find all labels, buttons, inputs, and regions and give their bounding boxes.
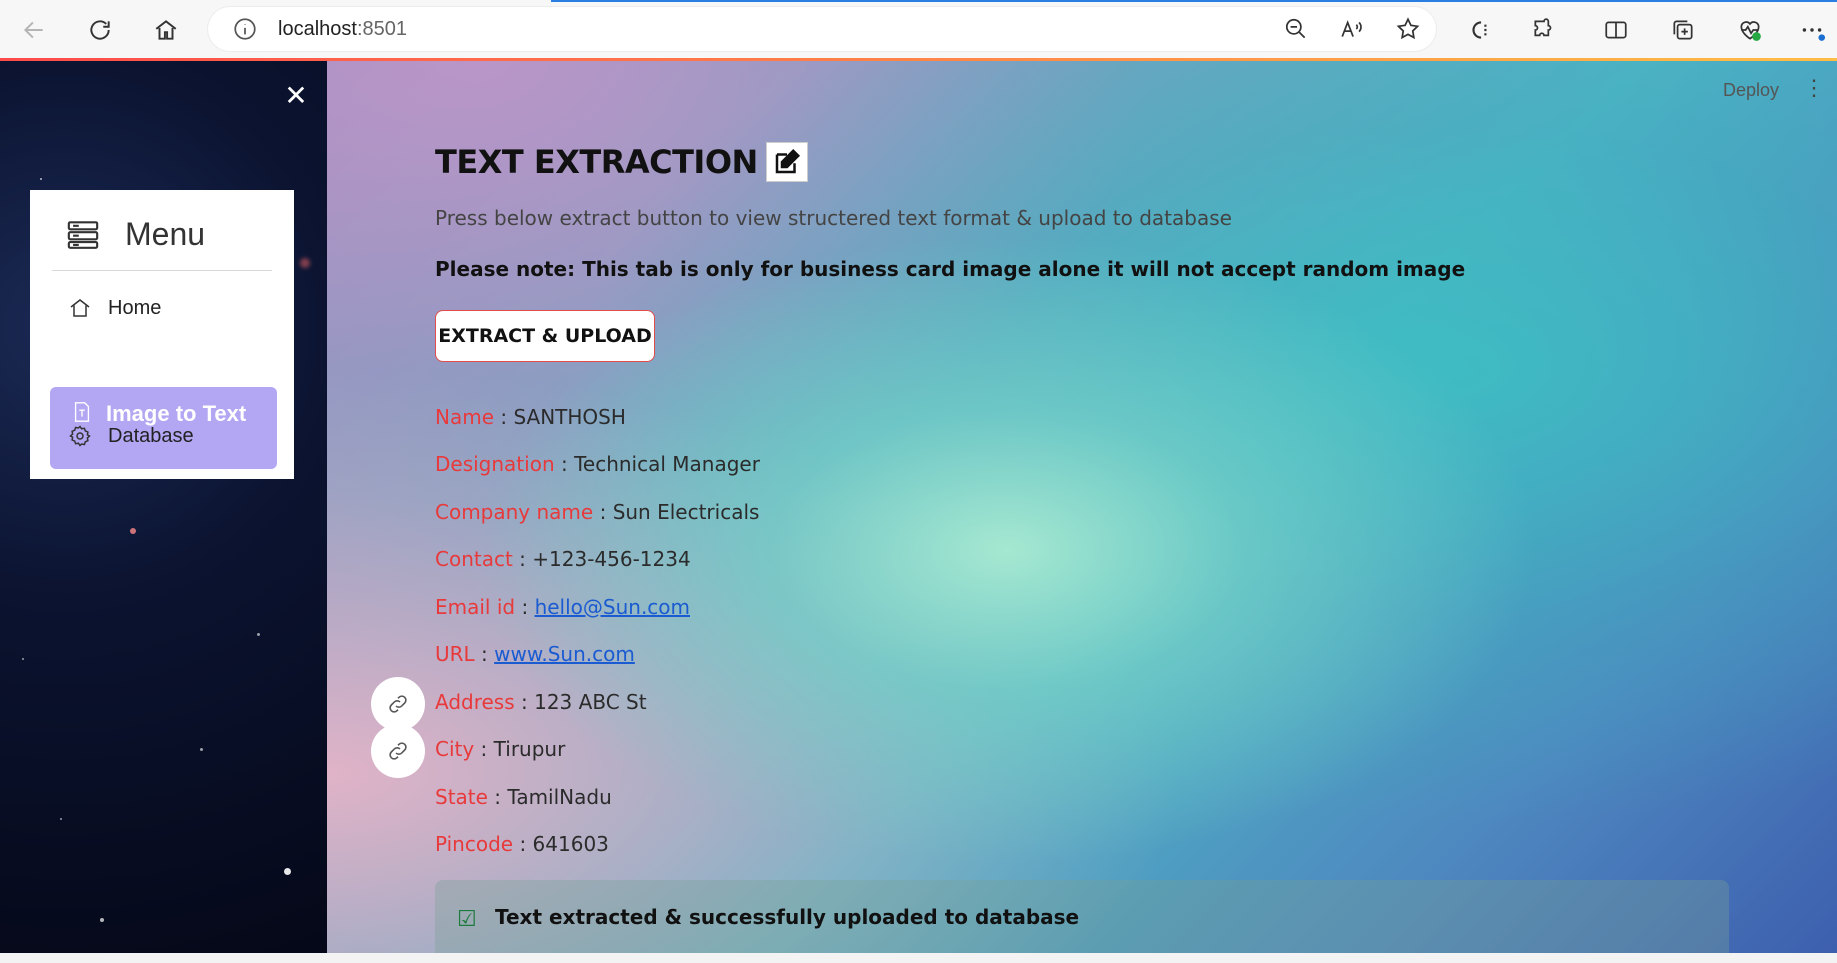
star xyxy=(22,658,24,660)
browser-essentials-icon[interactable] xyxy=(1730,10,1770,50)
close-sidebar-icon[interactable]: ✕ xyxy=(282,82,310,110)
menu-header: Menu xyxy=(66,216,205,253)
favorite-star-icon[interactable] xyxy=(1390,11,1426,47)
field-pincode: Pincode : 641603 xyxy=(435,832,609,856)
sidebar-item-label: Database xyxy=(108,424,194,447)
page-title: TEXT EXTRACTION xyxy=(435,142,808,182)
star xyxy=(100,918,104,922)
sidebar: ✕ Menu Home Image to Text Database xyxy=(0,58,327,953)
check-box-icon: ☑ xyxy=(457,905,477,931)
streamlit-app: ✕ Menu Home Image to Text Database Deplo… xyxy=(0,58,1837,953)
field-name: Name : SANTHOSH xyxy=(435,405,626,429)
back-arrow-icon[interactable] xyxy=(14,10,54,50)
subtitle: Press below extract button to view struc… xyxy=(435,206,1232,230)
main-content: Deploy ⋮ TEXT EXTRACTION Press below ext… xyxy=(327,58,1837,953)
sidebar-item-database[interactable]: Database xyxy=(50,420,277,452)
star xyxy=(60,818,62,820)
star xyxy=(40,178,42,180)
browser-toolbar: localhost:8501 xyxy=(0,0,1837,59)
note-text: Please note: This tab is only for busine… xyxy=(435,257,1466,281)
anchor-link-icon[interactable] xyxy=(371,677,425,731)
split-screen-icon[interactable] xyxy=(1596,10,1636,50)
deploy-button[interactable]: Deploy xyxy=(1723,80,1779,101)
email-link[interactable]: hello@Sun.com xyxy=(535,595,690,619)
zoom-out-icon[interactable] xyxy=(1278,11,1314,47)
page-title-text: TEXT EXTRACTION xyxy=(435,143,758,181)
star xyxy=(284,868,291,875)
star xyxy=(300,258,310,268)
field-city: City : Tirupur xyxy=(371,724,565,778)
browser-bottom-edge xyxy=(0,953,1837,963)
url-link[interactable]: www.Sun.com xyxy=(494,642,635,666)
home-icon[interactable] xyxy=(146,10,186,50)
info-icon[interactable] xyxy=(232,16,258,42)
edit-icon xyxy=(765,142,808,182)
reload-icon[interactable] xyxy=(80,10,120,50)
collections-icon[interactable] xyxy=(1663,10,1703,50)
option-menu: Menu Home Image to Text Database xyxy=(30,190,294,479)
field-email: Email id : hello@Sun.com xyxy=(435,595,691,619)
sidebar-item-label: Home xyxy=(108,296,162,319)
divider xyxy=(52,270,272,271)
extensions-icon[interactable] xyxy=(1524,10,1564,50)
field-address: Address : 123 ABC St xyxy=(371,677,647,731)
field-designation: Designation : Technical Manager xyxy=(435,452,760,476)
gear-icon xyxy=(69,425,91,447)
field-contact: Contact : +123-456-1234 xyxy=(435,547,691,571)
server-icon xyxy=(67,220,99,249)
copilot-icon[interactable] xyxy=(1460,10,1500,50)
success-alert: ☑ Text extracted & successfully uploaded… xyxy=(435,880,1729,953)
success-message: Text extracted & successfully uploaded t… xyxy=(495,904,1080,929)
header-decoration xyxy=(0,58,1837,61)
field-url: URL : www.Sun.com xyxy=(435,642,635,666)
sidebar-item-home[interactable]: Home xyxy=(50,292,277,324)
main-menu-icon[interactable]: ⋮ xyxy=(1803,74,1825,102)
field-state: State : TamilNadu xyxy=(435,785,612,809)
field-company: Company name : Sun Electricals xyxy=(435,500,760,524)
more-options-icon[interactable] xyxy=(1792,10,1832,50)
star xyxy=(257,633,260,636)
extract-upload-button[interactable]: EXTRACT & UPLOAD xyxy=(435,310,655,362)
loading-bar xyxy=(0,0,1837,2)
star xyxy=(200,748,203,751)
read-aloud-icon[interactable] xyxy=(1334,11,1370,47)
anchor-link-icon[interactable] xyxy=(371,724,425,778)
house-icon xyxy=(70,299,90,317)
address-bar[interactable]: localhost:8501 xyxy=(208,7,1436,51)
star xyxy=(130,528,136,534)
url-text: localhost:8501 xyxy=(278,17,407,40)
menu-title: Menu xyxy=(125,216,206,252)
